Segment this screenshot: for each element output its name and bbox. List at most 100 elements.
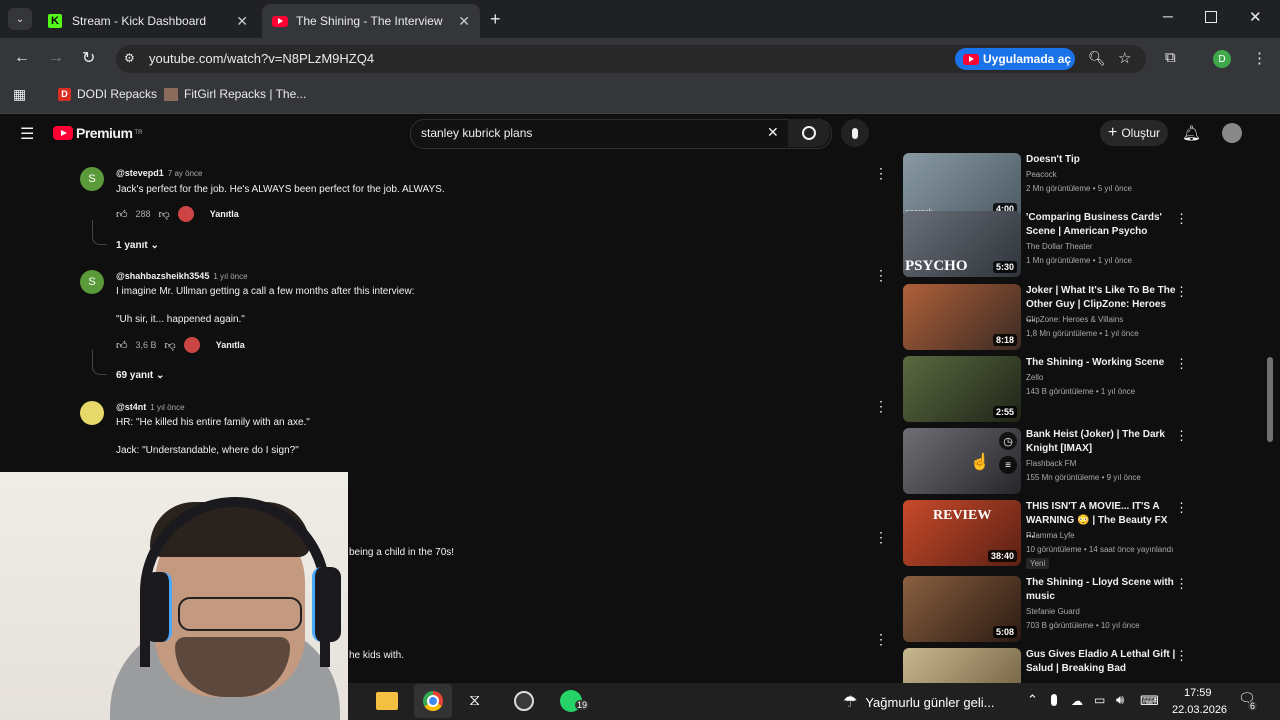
extensions-icon[interactable]: ⧉ (1165, 49, 1176, 66)
cloud-icon[interactable]: ☁ (1071, 694, 1083, 708)
channel-name[interactable]: ClipZone: Heroes & Villains (1026, 315, 1123, 324)
comment-author[interactable]: @st4nt 1 yıl önce (116, 402, 185, 412)
voice-search-button[interactable] (841, 119, 869, 147)
account-avatar[interactable] (1222, 123, 1242, 143)
clock-date[interactable]: 22.03.2026 (1172, 704, 1227, 716)
channel-name[interactable]: Stefanie Guard (1026, 607, 1080, 616)
comment-time[interactable]: 1 yıl önce (150, 403, 184, 412)
video-title[interactable]: Doesn't Tip (1026, 153, 1176, 167)
obs-icon[interactable] (514, 691, 534, 711)
reply-button[interactable]: Yanıtla (210, 209, 239, 219)
video-title[interactable]: Gus Gives Eladio A Lethal Gift | Salud |… (1026, 648, 1176, 676)
chrome-icon[interactable] (414, 684, 452, 718)
video-title[interactable]: Bank Heist (Joker) | The Dark Knight [IM… (1026, 428, 1176, 456)
volume-icon[interactable]: 🔊︎ (1116, 692, 1124, 708)
video-menu-icon[interactable]: ⋮ (1175, 284, 1188, 300)
reload-button[interactable]: ↻ (82, 48, 95, 68)
add-to-queue-icon[interactable]: ≡ (999, 456, 1017, 474)
comment-author[interactable]: @stevepd1 7 ay önce (116, 168, 203, 178)
commenter-avatar[interactable]: S (80, 270, 104, 294)
capcut-icon[interactable]: ⧖ (469, 692, 489, 710)
close-icon[interactable]: ✕ (458, 13, 470, 30)
forward-button[interactable]: → (48, 49, 64, 67)
dislike-icon[interactable]: 👎︎ (159, 208, 170, 221)
comment-menu-icon[interactable]: ⋮ (874, 267, 888, 284)
comment-menu-icon[interactable]: ⋮ (874, 631, 888, 648)
related-video[interactable]: Gus Gives Eladio A Lethal Gift | Salud |… (903, 648, 1193, 683)
video-thumbnail[interactable] (903, 648, 1021, 683)
commenter-avatar[interactable] (80, 401, 104, 425)
create-button[interactable]: + Oluştur (1100, 120, 1168, 146)
microphone-icon[interactable] (1051, 694, 1057, 706)
video-menu-icon[interactable]: ⋮ (1175, 648, 1188, 664)
back-button[interactable]: ← (14, 49, 30, 67)
replies-toggle[interactable]: 69 yanıt ⌄ (116, 370, 164, 381)
channel-name[interactable]: The Dollar Theater (1026, 242, 1093, 251)
author-handle[interactable]: @st4nt (116, 402, 146, 412)
related-video[interactable]: ◷ ≡ Bank Heist (Joker) | The Dark Knight… (903, 428, 1193, 496)
bookmark-dodi[interactable]: D DODI Repacks (58, 87, 157, 101)
video-title[interactable]: The Shining - Lloyd Scene with music (1026, 576, 1176, 604)
watch-later-icon[interactable]: ◷ (999, 432, 1017, 450)
author-handle[interactable]: @shahbazsheikh3545 (116, 271, 209, 281)
browser-menu-icon[interactable]: ⋮ (1252, 49, 1267, 67)
tray-chevron-up-icon[interactable]: ⌃ (1027, 692, 1038, 708)
restore-button[interactable] (1205, 11, 1217, 23)
channel-name[interactable]: PJamma Lyfe (1026, 531, 1075, 540)
url-text[interactable]: youtube.com/watch?v=N8PLzM9HZQ4 (149, 51, 374, 66)
video-thumbnail[interactable]: 2:55 (903, 356, 1021, 422)
channel-name[interactable]: Peacock (1026, 170, 1057, 179)
search-input[interactable]: stanley kubrick plans (421, 126, 532, 140)
comment-time[interactable]: 7 ay önce (168, 169, 203, 178)
video-thumbnail[interactable]: peacock 4:00 (903, 153, 1021, 219)
reply-button[interactable]: Yanıtla (216, 340, 245, 350)
related-video[interactable]: 5:08 The Shining - Lloyd Scene with musi… (903, 576, 1193, 644)
related-video[interactable]: 8:18 Joker | What It's Like To Be The Ot… (903, 284, 1193, 352)
bookmark-fitgirl[interactable]: FitGirl Repacks | The... (164, 87, 306, 101)
like-icon[interactable]: 👍︎ (116, 208, 128, 221)
close-icon[interactable]: ✕ (236, 13, 248, 30)
video-thumbnail[interactable]: REVIEW 38:40 (903, 500, 1021, 566)
notifications-bell-icon[interactable]: 🔔︎ (1182, 124, 1201, 142)
video-menu-icon[interactable]: ⋮ (1175, 428, 1188, 444)
network-icon[interactable]: ▭ (1094, 693, 1105, 707)
profile-avatar[interactable]: D (1213, 50, 1231, 68)
tab-kick-dashboard[interactable]: K Stream - Kick Dashboard ✕ (36, 4, 258, 38)
video-menu-icon[interactable]: ⋮ (1175, 356, 1188, 372)
youtube-premium-logo[interactable]: Premium TR (53, 125, 142, 141)
comment-menu-icon[interactable]: ⋮ (874, 165, 888, 182)
comment-author[interactable]: @shahbazsheikh3545 1 yıl önce (116, 271, 248, 281)
video-thumbnail[interactable]: ◷ ≡ (903, 428, 1021, 494)
dislike-icon[interactable]: 👎︎ (165, 339, 176, 352)
channel-name[interactable]: Flashback FM (1026, 459, 1076, 468)
video-thumbnail[interactable]: 8:18 (903, 284, 1021, 350)
open-in-app-button[interactable]: Uygulamada aç (955, 48, 1075, 70)
hamburger-menu-icon[interactable]: ☰ (20, 124, 34, 144)
scrollbar-thumb[interactable] (1267, 357, 1273, 442)
new-tab-button[interactable]: + (490, 9, 501, 30)
commenter-avatar[interactable]: S (80, 167, 104, 191)
author-handle[interactable]: @stevepd1 (116, 168, 164, 178)
clock-time[interactable]: 17:59 (1184, 687, 1212, 699)
close-window-button[interactable]: ✕ (1249, 8, 1262, 26)
video-menu-icon[interactable]: ⋮ (1175, 576, 1188, 592)
video-menu-icon[interactable]: ⋮ (1175, 211, 1188, 227)
related-video[interactable]: PSYCHO 5:30 'Comparing Business Cards' S… (903, 211, 1193, 279)
video-menu-icon[interactable]: ⋮ (1175, 500, 1188, 516)
related-video[interactable]: REVIEW 38:40 THIS ISN'T A MOVIE... IT'S … (903, 500, 1193, 569)
apps-grid-icon[interactable]: ▦ (13, 86, 26, 103)
clear-search-icon[interactable]: ✕ (767, 124, 779, 141)
like-icon[interactable]: 👍︎ (116, 339, 128, 352)
page-scrollbar[interactable] (1266, 152, 1274, 680)
weather-widget[interactable]: ☂ Yağmurlu günler geli... (843, 692, 994, 712)
tab-search-button[interactable]: ⌄ (8, 8, 32, 30)
related-video[interactable]: 2:55 The Shining - Working Scene Zello 1… (903, 356, 1193, 424)
tab-youtube-shining[interactable]: The Shining - The Interview Sce ✕ (262, 4, 480, 38)
video-thumbnail[interactable]: PSYCHO 5:30 (903, 211, 1021, 277)
replies-toggle[interactable]: 1 yanıt ⌄ (116, 240, 159, 251)
comment-menu-icon[interactable]: ⋮ (874, 529, 888, 546)
zoom-icon[interactable]: 🔍︎ (1088, 50, 1106, 67)
channel-name[interactable]: Zello (1026, 373, 1043, 382)
video-title[interactable]: 'Comparing Business Cards' Scene | Ameri… (1026, 211, 1176, 239)
bookmark-star-icon[interactable]: ☆ (1118, 49, 1131, 67)
